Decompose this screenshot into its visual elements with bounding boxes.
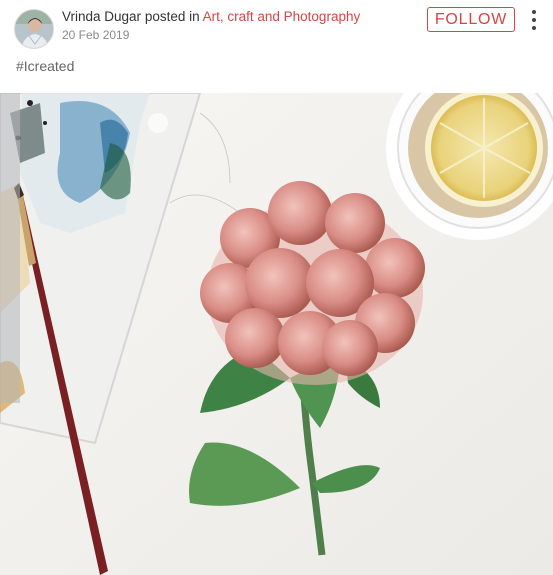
author-avatar[interactable] [14, 9, 54, 49]
category-link[interactable]: Art, craft and Photography [203, 9, 361, 24]
kebab-dot [532, 26, 536, 30]
kebab-dot [532, 10, 536, 14]
kebab-dot [532, 18, 536, 22]
posted-in-text: posted in [144, 9, 200, 24]
post-date: 20 Feb 2019 [62, 28, 130, 42]
watercolor-painting-image [0, 93, 553, 575]
follow-button[interactable]: FOLLOW [427, 7, 515, 32]
post-card: Vrinda Dugar posted in Art, craft and Ph… [0, 0, 553, 575]
post-image[interactable] [0, 93, 553, 575]
post-header: Vrinda Dugar posted in Art, craft and Ph… [0, 0, 553, 52]
avatar-image [15, 10, 53, 48]
author-name[interactable]: Vrinda Dugar [62, 9, 141, 24]
kebab-menu-icon[interactable] [525, 9, 543, 31]
post-caption: #Icreated [16, 58, 75, 74]
post-meta-line: Vrinda Dugar posted in Art, craft and Ph… [62, 9, 360, 24]
